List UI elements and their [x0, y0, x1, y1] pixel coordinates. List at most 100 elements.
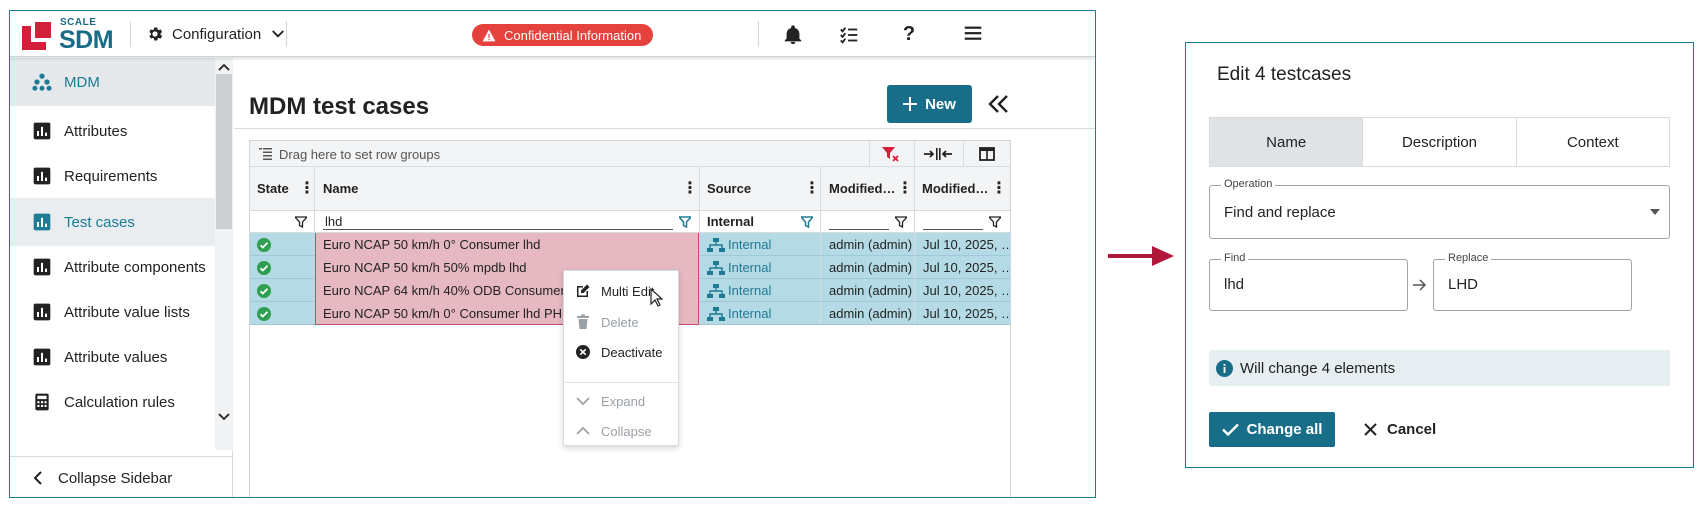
transition-arrow-icon: [1108, 246, 1174, 266]
info-text: Will change 4 elements: [1240, 359, 1396, 377]
network-icon: [707, 283, 725, 298]
menu-item-delete[interactable]: Delete: [564, 308, 678, 336]
filter-icon[interactable]: [295, 216, 307, 228]
new-button[interactable]: New: [887, 85, 972, 123]
sidebar-item-mdm[interactable]: MDM: [10, 58, 215, 106]
grid-toolbar: Drag here to set row groups: [250, 141, 1010, 167]
sidebar-item-test-cases[interactable]: Test cases: [10, 198, 215, 246]
info-message: Will change 4 elements: [1209, 350, 1670, 386]
fit-columns-icon[interactable]: [924, 148, 952, 160]
menu-item-deactivate[interactable]: Deactivate: [564, 338, 678, 366]
grid-filter-row: lhd Internal: [250, 211, 1010, 233]
sidebar-item-requirements[interactable]: Requirements: [10, 152, 215, 200]
column-header-name[interactable]: Name: [323, 181, 358, 196]
modified-by-cell: admin (admin): [829, 237, 913, 252]
columns-panel-icon[interactable]: [979, 147, 995, 161]
modified-on-cell: Jul 10, 2025, …: [923, 237, 1009, 252]
filter-active-icon[interactable]: [679, 216, 691, 228]
change-all-button[interactable]: Change all: [1209, 412, 1335, 447]
replace-input[interactable]: Replace LHD: [1433, 252, 1632, 311]
filter-icon[interactable]: [989, 216, 1001, 228]
module-selector[interactable]: Configuration: [146, 23, 287, 45]
menu-item-collapse[interactable]: Collapse: [564, 417, 678, 445]
sidebar-item-label: Test cases: [64, 213, 135, 231]
column-header-modified-by[interactable]: Modified…: [829, 181, 895, 196]
menu-icon[interactable]: [962, 22, 984, 44]
module-label: Configuration: [172, 25, 262, 43]
network-icon: [707, 306, 725, 321]
filter-active-icon[interactable]: [801, 216, 813, 228]
checklist-icon[interactable]: [838, 24, 860, 46]
chevron-down-icon: [272, 30, 285, 38]
multi-edit-dialog: Edit 4 testcases Name Description Contex…: [1185, 42, 1694, 468]
cancel-button[interactable]: Cancel: [1364, 412, 1444, 447]
table-row[interactable]: Euro NCAP 50 km/h 0° Consumer lhd Intern…: [250, 233, 1010, 256]
modified-on-cell: Jul 10, 2025, …: [923, 306, 1009, 321]
bell-icon[interactable]: [782, 24, 804, 46]
name-filter-input[interactable]: lhd: [325, 214, 342, 229]
column-header-state[interactable]: State: [257, 181, 289, 196]
operation-select[interactable]: Operation Find and replace: [1209, 178, 1670, 239]
double-chevron-left-icon[interactable]: [986, 91, 1012, 117]
scroll-up-icon[interactable]: [217, 62, 231, 72]
source-link[interactable]: Internal: [728, 283, 771, 298]
source-link[interactable]: Internal: [728, 237, 771, 252]
network-icon: [707, 237, 725, 252]
replace-label: Replace: [1445, 252, 1492, 264]
modified-by-cell: admin (admin): [829, 283, 913, 298]
tab-name[interactable]: Name: [1210, 118, 1364, 166]
operation-label: Operation: [1221, 178, 1276, 190]
find-input[interactable]: Find lhd: [1209, 252, 1408, 311]
modified-on-cell: Jul 10, 2025, …: [923, 260, 1009, 275]
sidebar-item-calculation-rules[interactable]: Calculation rules: [10, 378, 215, 426]
column-header-source[interactable]: Source: [707, 181, 751, 196]
sidebar-item-attribute-values[interactable]: Attribute values: [10, 333, 215, 381]
cancel-label: Cancel: [1387, 421, 1437, 438]
menu-item-label: Delete: [601, 314, 639, 330]
sidebar-scroll-thumb[interactable]: [216, 74, 232, 229]
modified-by-cell: admin (admin): [829, 306, 913, 321]
collapse-sidebar-button[interactable]: Collapse Sidebar: [10, 456, 233, 497]
tab-context[interactable]: Context: [1517, 118, 1669, 166]
modified-by-filter-input[interactable]: [829, 229, 889, 230]
column-menu-icon[interactable]: ⋮: [991, 178, 1007, 198]
plus-icon: [903, 97, 918, 111]
help-icon[interactable]: ?: [898, 23, 920, 45]
row-group-icon: [259, 148, 272, 160]
dialog-tabs: Name Description Context: [1209, 117, 1670, 167]
sidebar-item-attribute-components[interactable]: Attribute components: [10, 243, 215, 291]
menu-item-label: Multi Edit: [601, 283, 655, 299]
mouse-cursor-icon: [650, 288, 663, 307]
modified-on-filter-input[interactable]: [923, 229, 983, 230]
change-all-label: Change all: [1246, 421, 1323, 438]
name-cell[interactable]: Euro NCAP 50 km/h 0° Consumer lhd: [315, 233, 699, 256]
warning-icon: [482, 29, 496, 41]
clear-filter-icon[interactable]: [882, 146, 900, 162]
check-icon: [1221, 423, 1239, 436]
tab-description[interactable]: Description: [1363, 118, 1517, 166]
column-menu-icon[interactable]: ⋮: [897, 178, 913, 198]
status-ok-icon: [257, 237, 271, 252]
scroll-down-icon[interactable]: [217, 412, 231, 422]
top-bar: SCALE SDM Configuration Confidential Inf…: [10, 11, 1095, 57]
sidebar-item-label: Calculation rules: [64, 393, 175, 411]
modified-on-cell: Jul 10, 2025, …: [923, 283, 1009, 298]
column-header-modified-on[interactable]: Modified…: [922, 181, 988, 196]
menu-item-expand[interactable]: Expand: [564, 387, 678, 415]
sidebar-item-attributes[interactable]: Attributes: [10, 107, 215, 155]
chevron-left-icon: [33, 471, 42, 485]
filter-icon[interactable]: [895, 216, 907, 228]
source-link[interactable]: Internal: [728, 306, 771, 321]
menu-item-label: Expand: [601, 393, 646, 409]
source-filter-value[interactable]: Internal: [707, 214, 754, 229]
column-menu-icon[interactable]: ⋮: [804, 178, 820, 198]
chevron-down-icon: [576, 397, 590, 406]
sidebar-item-attribute-value-lists[interactable]: Attribute value lists: [10, 288, 215, 336]
column-menu-icon[interactable]: ⋮: [299, 178, 315, 198]
column-menu-icon[interactable]: ⋮: [682, 178, 698, 198]
scale-sdm-logo[interactable]: SCALE SDM: [22, 17, 122, 54]
source-link[interactable]: Internal: [728, 260, 771, 275]
chart-icon: [33, 348, 51, 366]
app-window: SCALE SDM Configuration Confidential Inf…: [9, 10, 1096, 498]
gear-icon: [149, 27, 163, 41]
